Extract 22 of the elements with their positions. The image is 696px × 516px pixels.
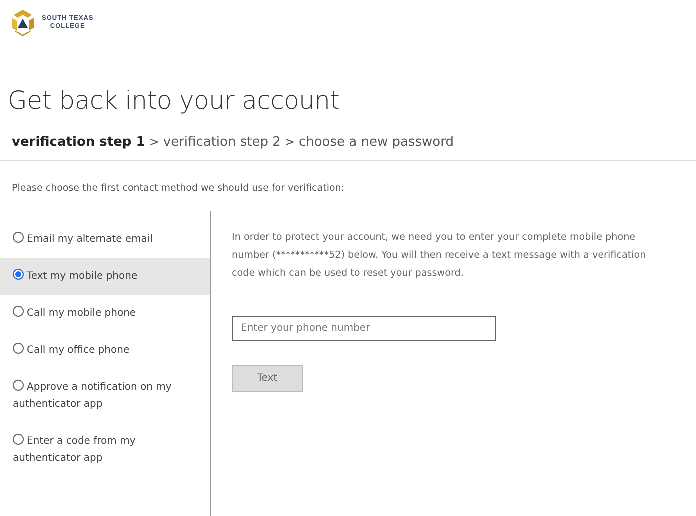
phone-number-field[interactable]: Enter your phone number: [232, 316, 496, 341]
breadcrumb-step: choose a new password: [298, 135, 454, 150]
contact-method-option[interactable]: Approve a notification on my authenticator app: [0, 369, 210, 423]
contact-method-option[interactable]: Call my mobile phone: [0, 295, 210, 332]
contact-method-option[interactable]: Call my office phone: [0, 332, 210, 369]
page-title: Get back into your account: [8, 86, 341, 115]
text-button[interactable]: Text: [232, 365, 303, 392]
contact-method-option[interactable]: Text my mobile phone: [0, 258, 210, 295]
contact-method-option[interactable]: Email my alternate email: [0, 221, 210, 258]
breadcrumb-step: verification step 1: [12, 135, 146, 150]
radio-button[interactable]: [13, 343, 24, 354]
radio-button[interactable]: [13, 380, 24, 391]
breadcrumb-separator: >: [149, 135, 160, 149]
contact-method-option[interactable]: Enter a code from my authenticator app: [0, 423, 210, 477]
radio-button[interactable]: [13, 306, 24, 317]
radio-button[interactable]: [13, 232, 24, 243]
breadcrumb-step: verification step 2: [163, 135, 281, 150]
instruction-text: Please choose the first contact method we should use for verification:: [12, 183, 346, 194]
breadcrumb-separator: >: [284, 135, 295, 149]
radio-button[interactable]: [13, 269, 24, 280]
radio-button[interactable]: [13, 434, 24, 445]
verification-message: In order to protect your account, we need you to enter your complete mobile phone number (***********52) below. You will then receive a text message with a verification code which can be used to reset your password.: [232, 231, 648, 281]
